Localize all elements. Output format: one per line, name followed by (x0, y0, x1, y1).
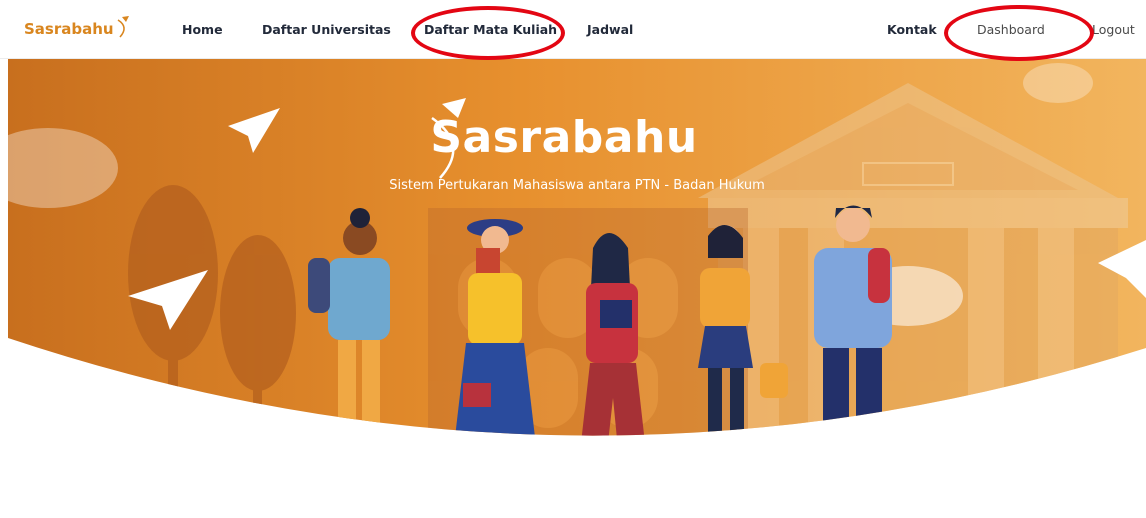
nav-logout[interactable]: Logout (1092, 22, 1135, 37)
top-navbar: Sasrabahu Home Daftar Universitas Daftar… (0, 0, 1146, 59)
nav-daftar-mata-kuliah[interactable]: Daftar Mata Kuliah (424, 22, 557, 37)
nav-daftar-universitas[interactable]: Daftar Universitas (262, 22, 391, 37)
nav-home[interactable]: Home (182, 22, 223, 37)
nav-jadwal[interactable]: Jadwal (587, 22, 633, 37)
brand-logo[interactable]: Sasrabahu (24, 16, 130, 40)
hero-banner: Sasrabahu Sistem Pertukaran Mahasiswa an… (8, 58, 1146, 470)
nav-kontak[interactable]: Kontak (887, 22, 937, 37)
brand-arc-icon (117, 16, 129, 38)
brand-name: Sasrabahu (24, 20, 114, 38)
hero-tagline: Sistem Pertukaran Mahasiswa antara PTN -… (389, 178, 765, 193)
hero-title: Sasrabahu (430, 112, 698, 163)
brand-arc-icon (431, 98, 467, 179)
nav-dashboard[interactable]: Dashboard (977, 22, 1045, 37)
hero-logo: Sasrabahu (8, 98, 1146, 179)
